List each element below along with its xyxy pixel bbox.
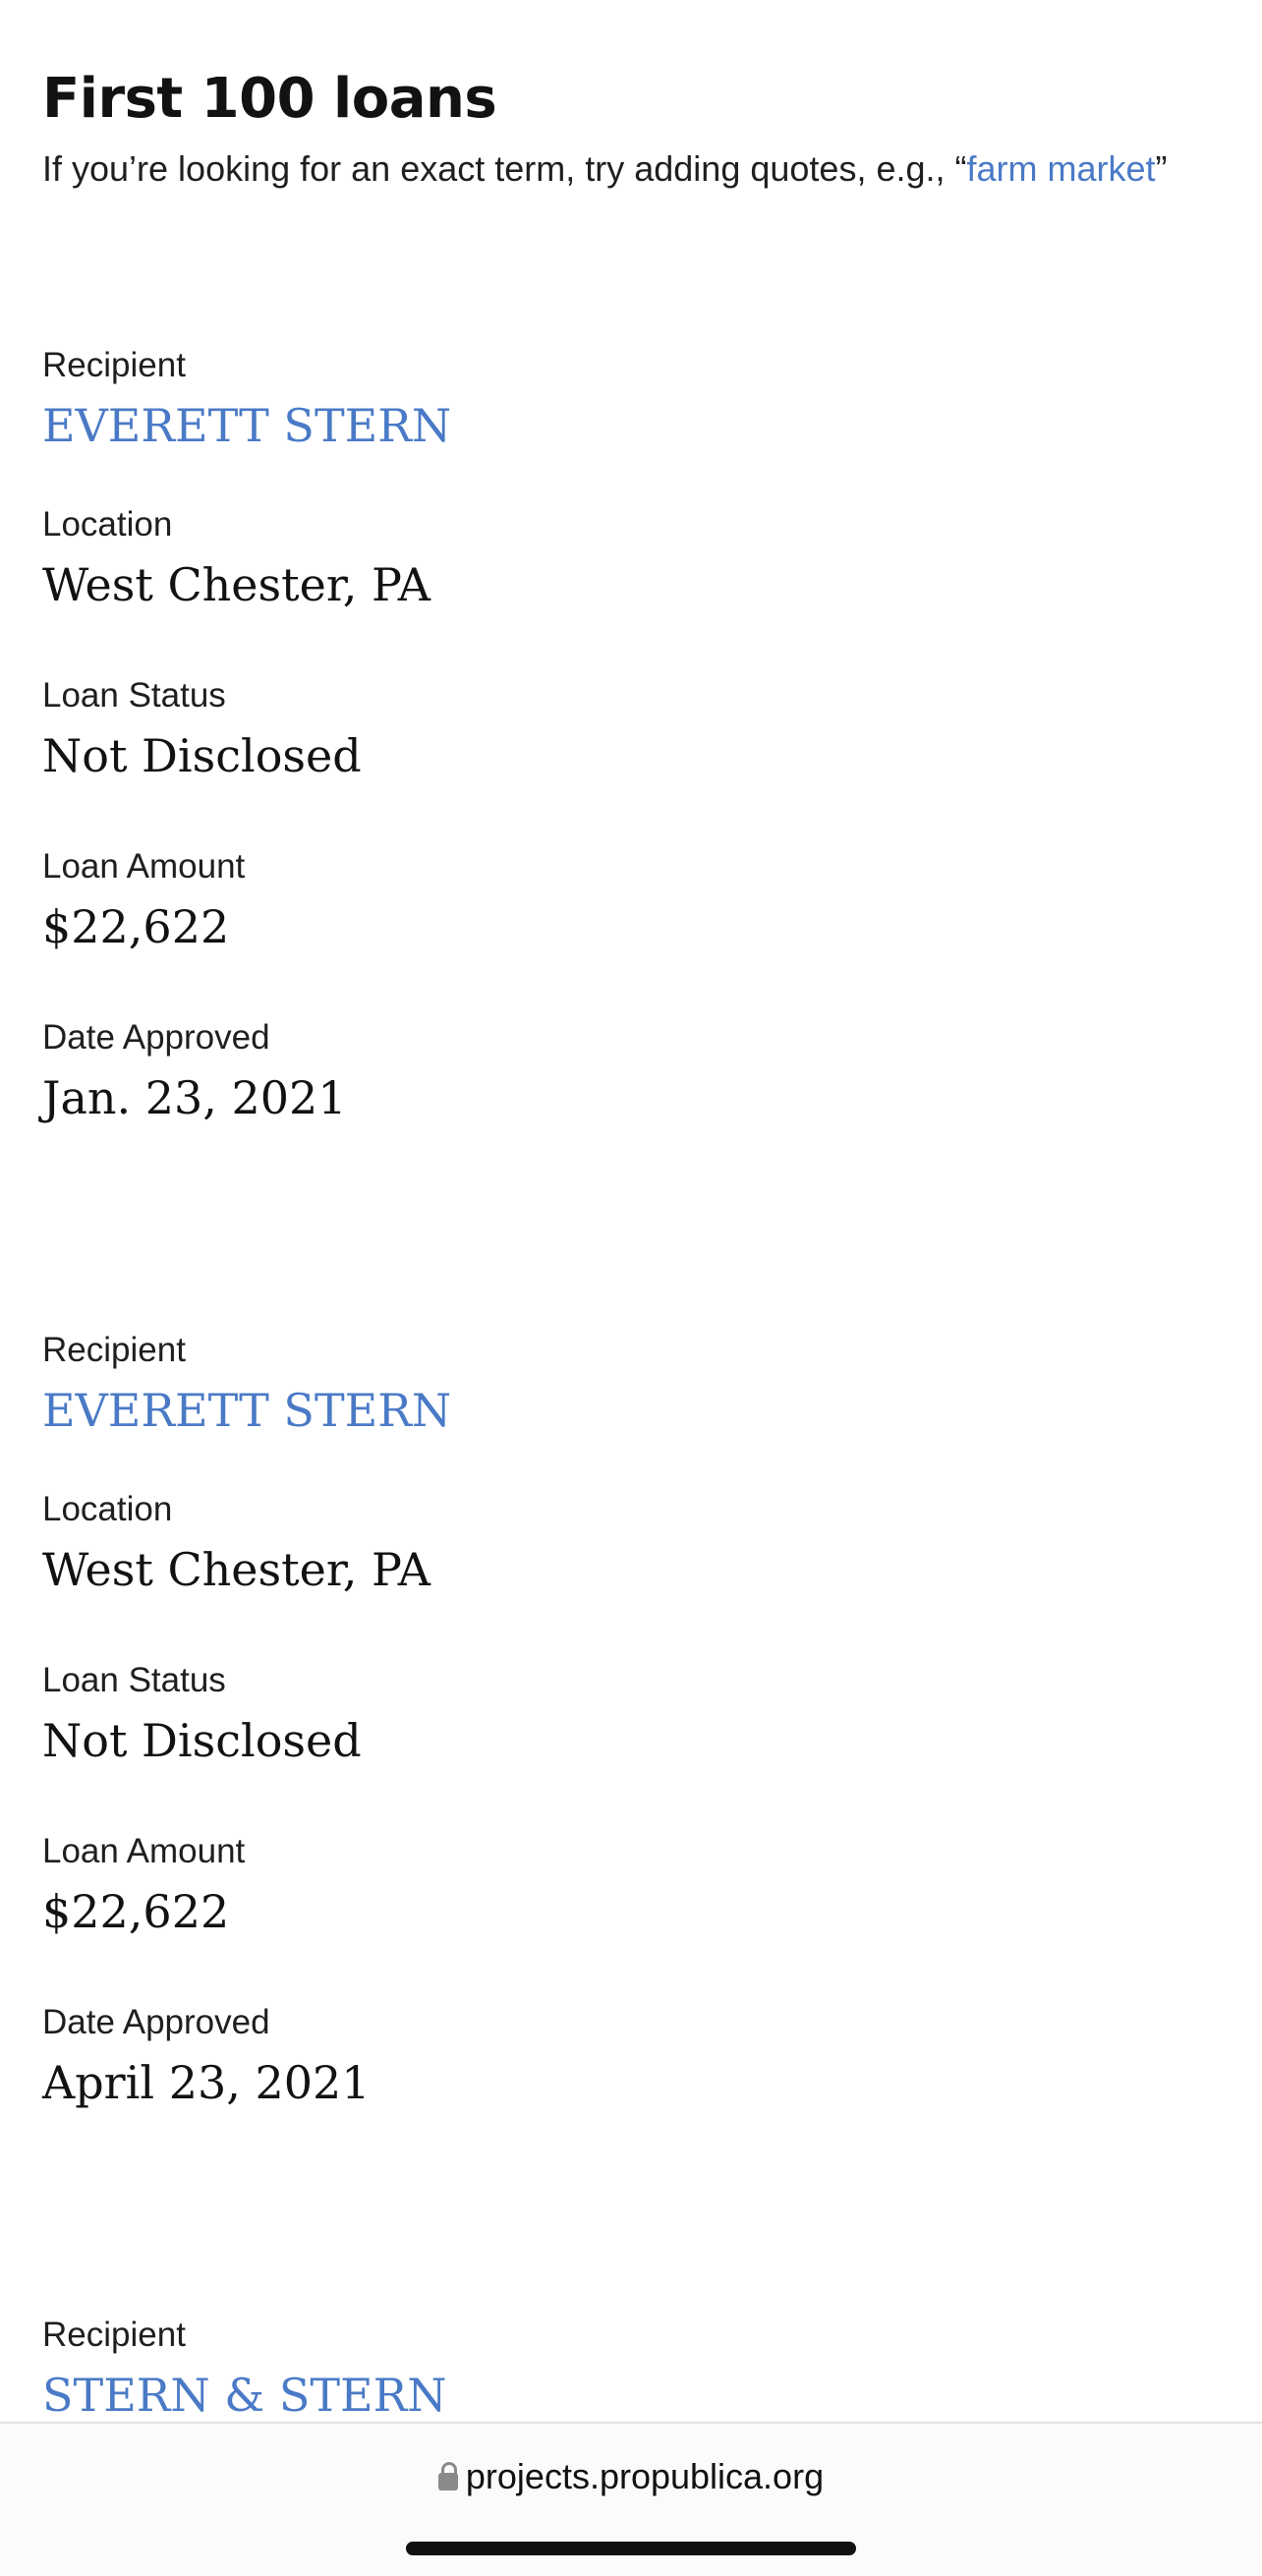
loan-status-field: Loan Status Not Disclosed	[42, 1659, 1123, 1771]
loan-status-value: Not Disclosed	[42, 1714, 362, 1767]
recipient-field: Recipient STERN & STERN	[42, 2314, 1123, 2426]
recipient-field: Recipient EVERETT STERN	[42, 344, 1123, 456]
loan-amount-value: $22,622	[42, 1885, 230, 1938]
loan-amount-value: $22,622	[42, 900, 230, 953]
loan-amount-label: Loan Amount	[42, 847, 246, 886]
recipient-label: Recipient	[42, 2316, 186, 2354]
hint-text: If you’re looking for an exact term, try…	[42, 148, 967, 189]
date-approved-label: Date Approved	[42, 2003, 270, 2041]
search-hint: If you’re looking for an exact term, try…	[42, 143, 1182, 196]
example-term-link[interactable]: farm market	[966, 148, 1155, 189]
recipient-label: Recipient	[42, 1331, 186, 1369]
date-approved-label: Date Approved	[42, 1018, 270, 1057]
date-approved-value: Jan. 23, 2021	[42, 1071, 347, 1124]
date-approved-field: Date Approved Jan. 23, 2021	[42, 1016, 1123, 1128]
loan-amount-field: Loan Amount $22,622	[42, 845, 1123, 957]
loan-status-label: Loan Status	[42, 676, 226, 715]
loan-status-field: Loan Status Not Disclosed	[42, 674, 1123, 786]
lock-icon	[437, 2462, 458, 2490]
location-field: Location West Chester, PA	[42, 503, 1123, 615]
location-label: Location	[42, 505, 173, 544]
browser-address-bar: projects.propublica.org	[0, 2422, 1262, 2576]
home-indicator	[406, 2542, 856, 2555]
page-title: First 100 loans	[42, 67, 497, 131]
date-approved-field: Date Approved April 23, 2021	[42, 2001, 1123, 2113]
location-value: West Chester, PA	[42, 558, 430, 611]
location-value: West Chester, PA	[42, 1543, 430, 1596]
location-label: Location	[42, 1490, 173, 1528]
recipient-link[interactable]: EVERETT STERN	[42, 1380, 1123, 1441]
recipient-field: Recipient EVERETT STERN	[42, 1329, 1123, 1441]
loan-status-value: Not Disclosed	[42, 729, 362, 782]
location-field: Location West Chester, PA	[42, 1488, 1123, 1600]
hint-closing-quote: ”	[1155, 148, 1168, 189]
recipient-link[interactable]: STERN & STERN	[42, 2365, 1123, 2426]
recipient-link[interactable]: EVERETT STERN	[42, 395, 1123, 456]
date-approved-value: April 23, 2021	[42, 2056, 371, 2109]
loan-amount-label: Loan Amount	[42, 1832, 246, 1870]
url-display[interactable]: projects.propublica.org	[0, 2453, 1262, 2500]
loan-amount-field: Loan Amount $22,622	[42, 1830, 1123, 1942]
url-text: projects.propublica.org	[465, 2456, 825, 2496]
loan-status-label: Loan Status	[42, 1661, 226, 1699]
recipient-label: Recipient	[42, 346, 186, 384]
